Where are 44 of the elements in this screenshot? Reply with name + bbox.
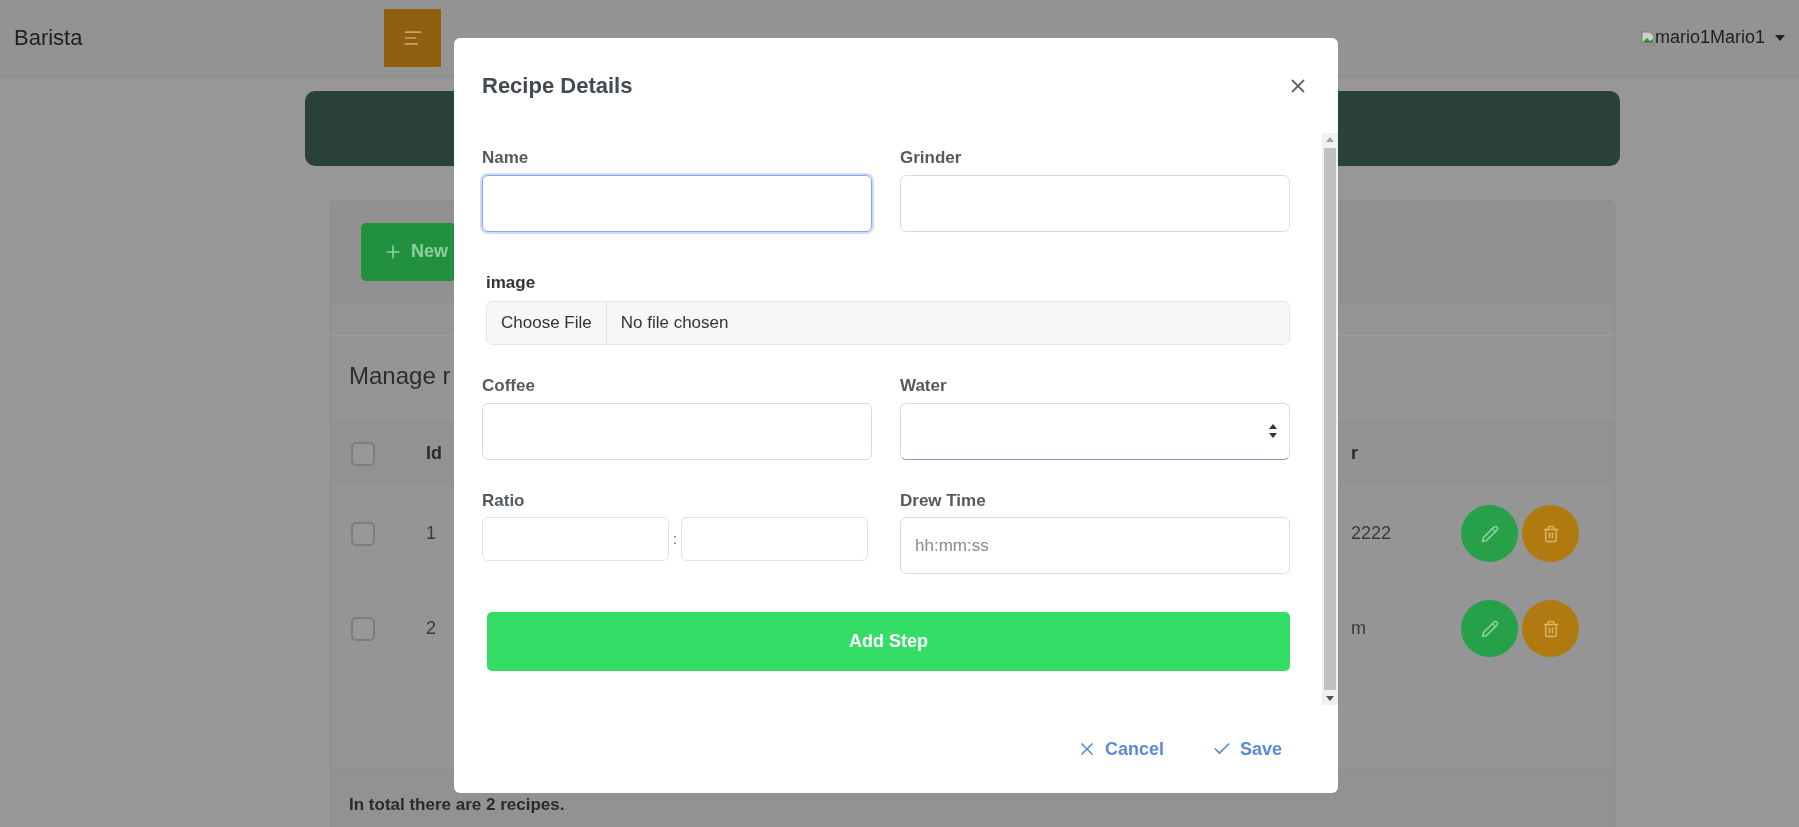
edit-button[interactable] xyxy=(1461,600,1518,657)
field-label: Name xyxy=(482,147,530,169)
trash-icon xyxy=(1541,619,1560,638)
pencil-icon xyxy=(1480,524,1499,543)
brand[interactable]: Barista xyxy=(14,21,384,54)
field-label: Grinder xyxy=(900,147,963,169)
checkbox[interactable] xyxy=(351,616,375,641)
broken-image-icon xyxy=(1640,29,1655,46)
table-cell-text: 1 xyxy=(426,522,436,545)
dialog-title: Recipe Details xyxy=(482,72,633,100)
field-label: image xyxy=(486,271,537,294)
pencil-icon xyxy=(1480,619,1499,638)
field-label: Coffee xyxy=(482,375,536,397)
table-cell-text: 2 xyxy=(426,617,436,640)
user-menu[interactable]: Mario1 xyxy=(1709,24,1785,51)
field-label: Drew Time xyxy=(900,489,987,512)
column-header: Id xyxy=(426,442,442,465)
edit-button[interactable] xyxy=(1461,505,1518,562)
cancel-button[interactable]: Cancel xyxy=(1076,735,1164,763)
file-status: No file chosen xyxy=(619,312,730,335)
column-header: r xyxy=(1351,442,1358,465)
field-label: Ratio xyxy=(482,489,526,512)
scroll-down-icon[interactable] xyxy=(1326,696,1334,701)
save-button[interactable]: Save xyxy=(1211,735,1282,763)
menu-button[interactable] xyxy=(384,8,441,67)
trash-icon xyxy=(1541,524,1560,543)
ratio-separator: : xyxy=(673,529,677,549)
file-field[interactable]: Choose File No file chosen xyxy=(486,301,1290,345)
scroll-up-icon[interactable] xyxy=(1326,137,1334,142)
field-label: Water xyxy=(900,375,948,397)
table-cell-text: 2222 xyxy=(1351,522,1392,545)
caret-icon xyxy=(1775,34,1785,41)
input-field[interactable] xyxy=(482,174,872,232)
checkbox[interactable] xyxy=(351,441,375,466)
scrollbar[interactable] xyxy=(1322,133,1338,705)
number-field[interactable] xyxy=(900,402,1290,460)
table-cell-text: m xyxy=(1351,617,1366,640)
choose-file-button[interactable]: Choose File xyxy=(501,310,592,336)
section-title: Manage r xyxy=(349,362,451,389)
checkbox[interactable] xyxy=(351,521,375,546)
delete-button[interactable] xyxy=(1522,505,1579,562)
avatar-alt-text: mario1 xyxy=(1654,26,1710,49)
delete-button[interactable] xyxy=(1522,600,1579,657)
footer-text: In total there are 2 recipes. xyxy=(349,795,565,814)
